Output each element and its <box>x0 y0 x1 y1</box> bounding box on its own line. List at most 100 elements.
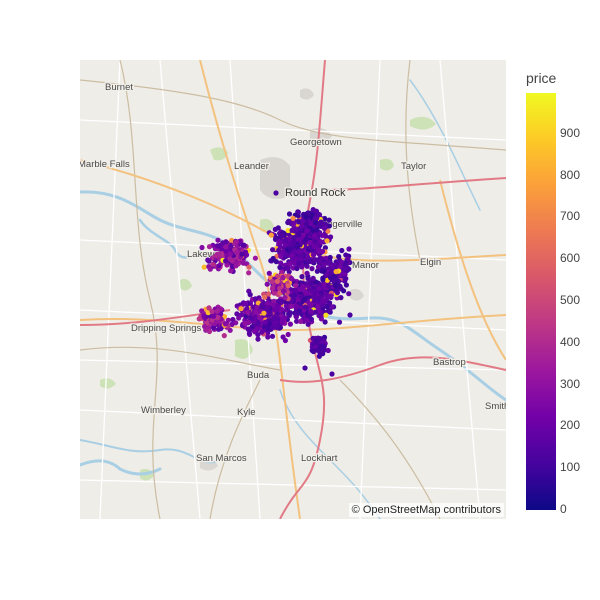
listing-point[interactable] <box>316 285 322 291</box>
listing-point[interactable] <box>283 303 289 309</box>
listing-point[interactable] <box>303 214 309 220</box>
listing-point[interactable] <box>291 221 297 227</box>
listing-point[interactable] <box>317 350 323 356</box>
listing-point[interactable] <box>282 295 288 301</box>
listing-point[interactable] <box>329 304 335 310</box>
listing-point[interactable] <box>222 321 228 327</box>
map-attribution[interactable]: © OpenStreetMap contributors <box>348 503 504 517</box>
listing-point[interactable] <box>289 303 295 309</box>
listing-point[interactable] <box>313 257 319 263</box>
listing-point[interactable] <box>313 220 319 226</box>
listing-point[interactable] <box>221 333 227 339</box>
listing-point[interactable] <box>279 232 285 238</box>
listing-point[interactable] <box>318 290 324 296</box>
listing-point[interactable] <box>339 247 345 254</box>
listing-point[interactable] <box>343 261 349 267</box>
listing-point[interactable] <box>271 290 277 296</box>
listing-point[interactable] <box>216 263 222 269</box>
listing-point[interactable] <box>274 278 280 284</box>
listing-point[interactable] <box>199 244 205 251</box>
listing-point[interactable] <box>326 283 332 289</box>
listing-point[interactable] <box>292 282 299 289</box>
listing-point[interactable] <box>340 271 346 277</box>
listing-point[interactable] <box>308 302 314 309</box>
listing-point[interactable] <box>210 261 216 267</box>
listing-point[interactable] <box>315 211 321 217</box>
listing-point[interactable] <box>289 227 295 233</box>
listing-point[interactable] <box>270 247 276 253</box>
listing-point[interactable] <box>297 286 303 293</box>
listing-point[interactable] <box>308 316 314 322</box>
listing-point[interactable] <box>338 295 344 301</box>
map-panel[interactable]: Burnet Georgetown Leander Marble Falls T… <box>80 60 506 519</box>
listing-point[interactable] <box>214 243 220 249</box>
listing-point[interactable] <box>252 255 258 261</box>
listing-point[interactable] <box>245 326 251 332</box>
listing-point[interactable] <box>272 226 278 232</box>
listing-point[interactable] <box>211 313 217 319</box>
listing-point[interactable] <box>280 274 286 281</box>
listing-point[interactable] <box>239 251 245 257</box>
listing-point[interactable] <box>333 269 339 275</box>
listing-point[interactable] <box>233 263 239 269</box>
listing-point[interactable] <box>241 242 247 248</box>
listing-point[interactable] <box>280 334 286 340</box>
listing-point[interactable] <box>277 264 283 270</box>
listing-point[interactable] <box>223 244 229 250</box>
listing-point[interactable] <box>207 266 213 272</box>
listing-point[interactable] <box>312 309 318 315</box>
listing-point[interactable] <box>287 321 293 327</box>
listing-point[interactable] <box>246 270 252 276</box>
listing-point[interactable] <box>304 270 310 276</box>
listing-point[interactable] <box>286 211 293 217</box>
listing-point[interactable] <box>296 232 302 238</box>
listing-point[interactable] <box>252 296 259 302</box>
listing-point[interactable] <box>304 228 310 234</box>
listing-point[interactable] <box>336 254 342 260</box>
listing-point[interactable] <box>272 307 278 313</box>
listing-point[interactable] <box>315 241 321 248</box>
listing-point[interactable] <box>298 253 304 259</box>
listing-point[interactable] <box>302 304 308 310</box>
listing-point[interactable] <box>347 312 353 318</box>
listing-point[interactable] <box>282 241 288 247</box>
listing-point[interactable] <box>282 252 288 258</box>
listing-point[interactable] <box>345 256 351 262</box>
listing-point[interactable] <box>276 298 282 304</box>
listing-point[interactable] <box>255 320 261 326</box>
listing-point[interactable] <box>253 309 259 315</box>
listing-point[interactable] <box>343 282 349 288</box>
listing-point[interactable] <box>247 314 254 320</box>
listing-point[interactable] <box>205 257 211 263</box>
listing-point[interactable] <box>315 247 321 253</box>
listing-point[interactable] <box>280 316 286 322</box>
listing-point[interactable] <box>201 313 207 319</box>
listing-point[interactable] <box>223 258 229 264</box>
listing-point[interactable] <box>341 288 347 294</box>
listing-point[interactable] <box>206 305 212 311</box>
listing-point[interactable] <box>216 251 222 257</box>
listing-point[interactable] <box>311 252 317 258</box>
listing-point[interactable] <box>290 215 296 221</box>
listing-point[interactable] <box>264 305 270 311</box>
listing-point[interactable] <box>346 246 352 252</box>
listing-point[interactable] <box>328 293 334 299</box>
listing-point[interactable] <box>303 236 309 242</box>
listing-point[interactable] <box>320 277 326 283</box>
listing-point[interactable] <box>328 275 334 281</box>
listing-point[interactable] <box>242 300 249 307</box>
listing-point[interactable] <box>298 318 304 324</box>
listing-point[interactable] <box>273 259 279 265</box>
listing-point[interactable] <box>281 288 287 294</box>
listing-point[interactable] <box>314 303 321 309</box>
listing-point[interactable] <box>265 325 271 331</box>
listing-point[interactable] <box>308 308 314 314</box>
listing-point[interactable] <box>304 263 310 269</box>
listing-point[interactable] <box>323 312 329 318</box>
listing-point[interactable] <box>321 343 327 349</box>
listing-point[interactable] <box>246 264 252 270</box>
listing-point[interactable] <box>269 333 276 339</box>
listing-point[interactable] <box>309 266 315 272</box>
listing-point[interactable] <box>311 298 317 304</box>
listing-point[interactable] <box>318 219 324 225</box>
